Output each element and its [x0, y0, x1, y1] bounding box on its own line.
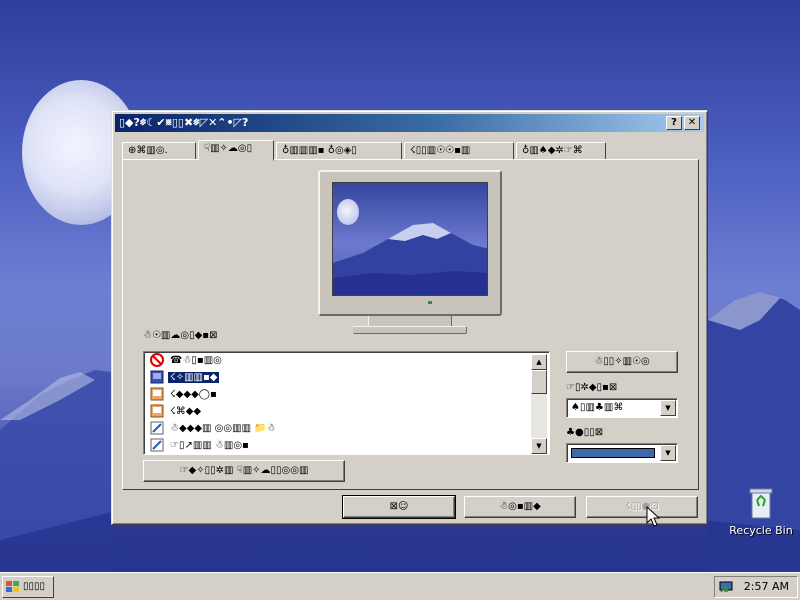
list-item[interactable]: ☇✧▥▥▪◆ [150, 369, 221, 386]
list-scrollbar[interactable]: ▲ ▼ [531, 354, 547, 454]
list-item[interactable]: ☇⌘◆◆ [150, 403, 203, 420]
list-item[interactable]: ☃◆◆◆▥ ◎◎▥▥ 📁☃ [150, 420, 278, 437]
pattern-button[interactable]: ☞◆✧▯▯✲▥ ☟▥✧☁▯▯◎◎▥ [143, 460, 345, 482]
start-button[interactable]: ▯▯▯▯ [2, 576, 54, 598]
wallpaper-bmp-icon [150, 370, 164, 384]
window-title: ▯◆?␥☾✔␧▯▯✖␥◸✕⌃•◸? [119, 116, 249, 129]
wallpaper-html-icon [150, 438, 164, 452]
preview-mountain [333, 223, 487, 295]
monitor-stand-neck [368, 316, 452, 326]
preview-screen [332, 182, 488, 296]
picture-display-select[interactable]: ♠▯▥♣▥⌘ ▼ [566, 398, 678, 418]
tab-appearance[interactable]: ☇▯▯▥☉☉▪▥ [404, 142, 514, 160]
start-label: ▯▯▯▯ [23, 581, 46, 592]
display-settings-icon[interactable] [719, 580, 733, 594]
tab-settings[interactable]: ♁▥♠◆✲☞⌘ [516, 142, 606, 160]
color-label: ♣●▯▯⊠ [566, 427, 604, 438]
monitor-power-led [428, 301, 432, 304]
mouse-cursor-icon [646, 506, 660, 527]
color-swatch [571, 448, 655, 458]
chevron-down-icon[interactable]: ▼ [660, 400, 676, 416]
wallpaper-list-label: ☃☉▥☁◎▯◆▪⊠ [143, 330, 218, 341]
picture-display-label: ☞▯✲◆▯▪⊠ [566, 382, 618, 393]
chevron-down-icon[interactable]: ▼ [660, 445, 676, 461]
background-tab-panel: ☃☉▥☁◎▯◆▪⊠ ☎☃▯▪▥◎ ☇✧▥▥▪◆ ☇◆◆◆◯▪ ☇⌘◆◆ ☃◆◆◆… [122, 159, 699, 490]
color-picker[interactable]: ▼ [566, 443, 678, 463]
window-titlebar[interactable]: ▯◆?␥☾✔␧▯▯✖␥◸✕⌃•◸? ? ✕ [115, 114, 704, 132]
none-icon [150, 353, 164, 367]
wallpaper-bmp-icon [150, 404, 164, 418]
display-properties-window: ▯◆?␥☾✔␧▯▯✖␥◸✕⌃•◸? ? ✕ ⊕⌘▥◎. ☟▥✧☁◎▯ ♁▥▥▥▪… [111, 110, 708, 525]
taskbar: ▯▯▯▯ 2:57 AM [0, 572, 800, 600]
scroll-thumb[interactable] [531, 370, 547, 394]
ok-button[interactable]: ⊠☺ [342, 495, 456, 519]
monitor-stand-base [353, 326, 467, 334]
system-tray: 2:57 AM [714, 576, 798, 598]
wallpaper-listbox[interactable]: ☎☃▯▪▥◎ ☇✧▥▥▪◆ ☇◆◆◆◯▪ ☇⌘◆◆ ☃◆◆◆▥ ◎◎▥▥ 📁☃ … [143, 351, 550, 455]
wallpaper-html-icon [150, 421, 164, 435]
browse-button[interactable]: ☃▯▯✧▥☉◎ [566, 351, 678, 373]
help-button[interactable]: ? [666, 116, 682, 130]
windows-logo-icon [6, 581, 19, 592]
recycle-bin-icon[interactable]: Recycle Bin [728, 486, 794, 537]
scroll-up-icon[interactable]: ▲ [531, 354, 547, 370]
tab-screen-saver[interactable]: ♁▥▥▥▪ ♁◎◈▯ [276, 142, 402, 160]
recycle-bin-label: Recycle Bin [729, 524, 793, 537]
scroll-down-icon[interactable]: ▼ [531, 438, 547, 454]
tab-background-general[interactable]: ⊕⌘▥◎. [122, 142, 196, 160]
list-item[interactable]: ☇◆◆◆◯▪ [150, 386, 219, 403]
clock[interactable]: 2:57 AM [744, 577, 789, 597]
close-button[interactable]: ✕ [684, 116, 700, 130]
list-item[interactable]: ☎☃▯▪▥◎ [150, 352, 224, 369]
wallpaper-bmp-icon [150, 387, 164, 401]
apply-button[interactable]: ☇▯▯●⊡ [586, 496, 698, 518]
list-item[interactable]: ☞▯↗▥▥ ☃▥◎▪ [150, 437, 251, 454]
monitor-preview [318, 170, 502, 316]
tab-background[interactable]: ☟▥✧☁◎▯ [198, 140, 274, 161]
cancel-button[interactable]: ☃◎▪▥◆ [464, 496, 576, 518]
